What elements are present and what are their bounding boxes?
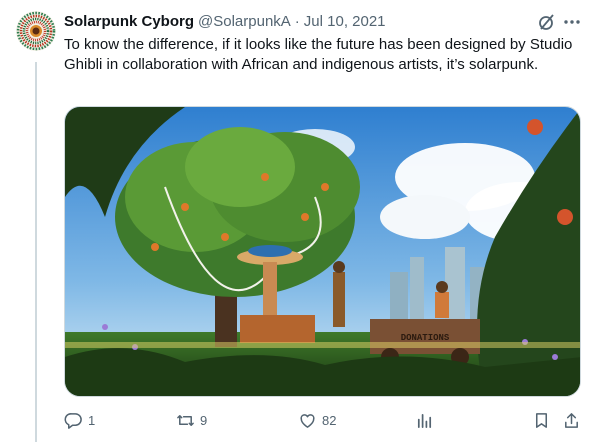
separator-dot: ·	[294, 12, 300, 30]
reply-count: 1	[88, 412, 96, 428]
author-name[interactable]: Solarpunk Cyborg	[64, 13, 194, 30]
avatar-image	[16, 11, 56, 51]
reply-icon	[64, 412, 82, 429]
tweet-media[interactable]: DONATIONS	[64, 106, 581, 397]
share-button[interactable]	[562, 406, 581, 434]
tweet-text: To know the difference, if it looks like…	[64, 36, 573, 73]
tweet-header: Solarpunk Cyborg @SolarpunkA · Jul 10, 2…	[64, 10, 534, 32]
donations-sign: DONATIONS	[401, 333, 450, 343]
repost-icon	[177, 414, 194, 426]
media-illustration: DONATIONS	[65, 107, 580, 396]
thread-line	[35, 62, 37, 442]
author-handle[interactable]: @SolarpunkA	[198, 13, 291, 30]
bookmark-button[interactable]	[532, 406, 551, 434]
bookmark-icon	[535, 412, 548, 428]
repost-count: 9	[200, 412, 208, 428]
tweet-date[interactable]: Jul 10, 2021	[304, 13, 386, 30]
avatar[interactable]	[16, 11, 56, 51]
views-icon	[417, 413, 432, 428]
repost-button[interactable]: 9	[176, 406, 207, 434]
share-icon	[565, 412, 578, 428]
like-icon	[300, 413, 315, 428]
views-button[interactable]	[415, 406, 434, 434]
grok-icon[interactable]	[536, 11, 558, 33]
reply-button[interactable]: 1	[64, 406, 95, 434]
tweet-actions: 1 9 82	[64, 406, 584, 434]
like-button[interactable]: 82	[298, 406, 336, 434]
more-icon[interactable]	[561, 11, 583, 33]
like-count: 82	[322, 412, 337, 428]
